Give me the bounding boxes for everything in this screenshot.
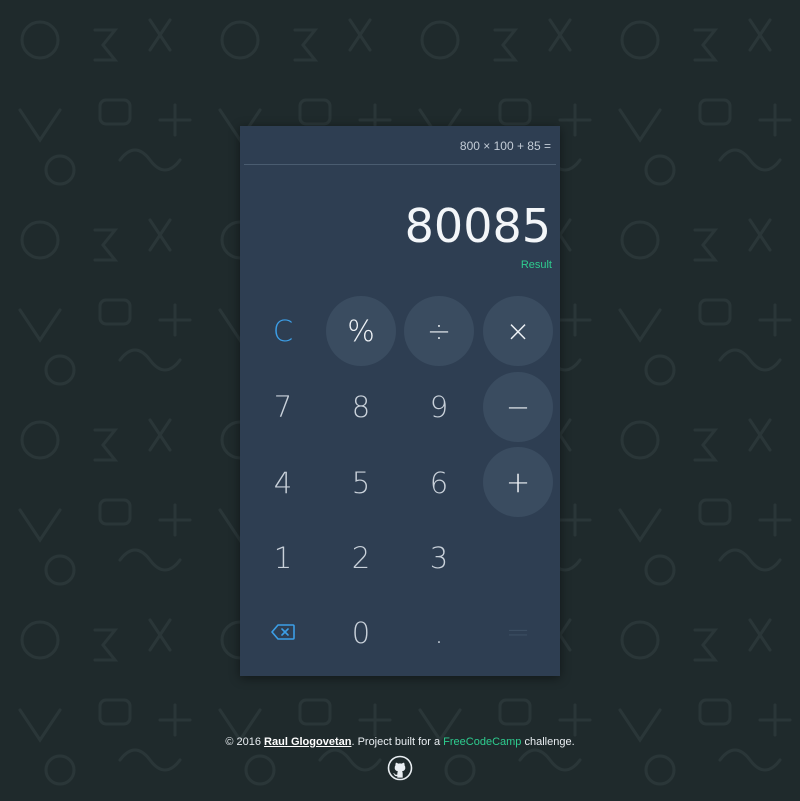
digit-9-button[interactable]: 9: [404, 372, 474, 442]
backspace-button[interactable]: [248, 597, 318, 667]
footer: © 2016 Raul Glogovetan. Project built fo…: [0, 736, 800, 748]
digit-6-button[interactable]: 6: [404, 448, 474, 518]
digit-4-button[interactable]: 4: [248, 448, 318, 518]
result-label: Result: [520, 259, 552, 271]
equals-button[interactable]: =: [483, 597, 553, 667]
digit-2-button[interactable]: 2: [326, 523, 396, 593]
footer-copyright: © 2016: [225, 736, 265, 748]
expression-display: 800 × 100 + 85 =: [244, 126, 556, 165]
freecodecamp-link[interactable]: FreeCodeCamp: [443, 736, 521, 748]
author-link[interactable]: Raul Glogovetan: [264, 736, 351, 748]
github-icon[interactable]: [387, 755, 413, 781]
result-display: 80085: [404, 199, 551, 253]
percent-button[interactable]: %: [326, 296, 396, 366]
backspace-icon: [271, 624, 295, 640]
multiply-button[interactable]: ×: [483, 296, 553, 366]
clear-button[interactable]: C: [248, 296, 318, 366]
footer-end-text: challenge.: [521, 736, 575, 748]
digit-5-button[interactable]: 5: [326, 448, 396, 518]
plus-button[interactable]: +: [483, 447, 553, 517]
footer-middle-text: . Project built for a: [351, 736, 444, 748]
minus-button[interactable]: −: [483, 372, 553, 442]
decimal-button[interactable]: .: [404, 598, 474, 668]
digit-0-button[interactable]: 0: [326, 598, 396, 668]
calculator: 800 × 100 + 85 = 80085 Result C % ÷ × 7 …: [240, 126, 560, 676]
digit-8-button[interactable]: 8: [326, 372, 396, 442]
digit-1-button[interactable]: 1: [248, 523, 318, 593]
divide-button[interactable]: ÷: [404, 296, 474, 366]
digit-7-button[interactable]: 7: [248, 372, 318, 442]
digit-3-button[interactable]: 3: [404, 523, 474, 593]
